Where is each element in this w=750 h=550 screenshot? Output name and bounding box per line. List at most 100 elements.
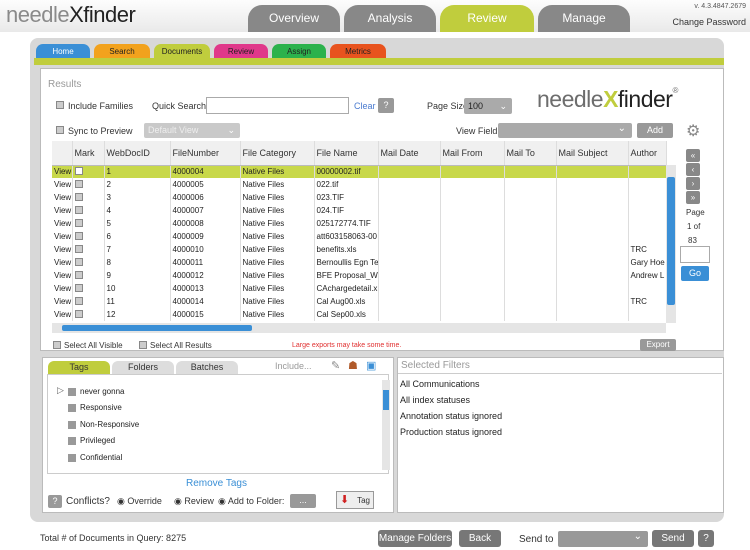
row-checkbox[interactable] [72, 165, 105, 178]
view-link[interactable]: View [52, 243, 73, 256]
tab-batches[interactable]: Batches [176, 361, 238, 374]
table-row[interactable]: View 3 4000006 Native Files 023.TIF [52, 191, 667, 204]
table-row[interactable]: View 5 4000008 Native Files 025172774.TIF [52, 217, 667, 230]
row-checkbox[interactable] [72, 269, 105, 282]
tab-analysis[interactable]: Analysis [344, 5, 436, 32]
row-checkbox[interactable] [72, 191, 105, 204]
grid-header-mail-from[interactable]: Mail From [440, 141, 505, 166]
tab-review[interactable]: Review [440, 5, 534, 32]
filter-item[interactable]: Production status ignored [400, 427, 502, 437]
table-row[interactable]: View 10 4000013 Native Files CAchargedetail.… [52, 282, 667, 295]
subtab-search[interactable]: Search [94, 44, 150, 59]
subtab-metrics[interactable]: Metrics [330, 44, 386, 59]
table-row[interactable]: View 2 4000005 Native Files 022.tif [52, 178, 667, 191]
send-to-select[interactable]: ⌄ [558, 531, 648, 547]
help-button[interactable]: ? [378, 98, 394, 113]
view-link[interactable]: View [52, 230, 73, 243]
table-row[interactable]: View 8 4000011 Native Files Bernoullis Egn T… [52, 256, 667, 269]
view-link[interactable]: View [52, 308, 73, 321]
tag-button[interactable]: ⬇ Tag [336, 491, 374, 509]
table-row[interactable]: View 11 4000014 Native Files Cal Aug00.xls TR… [52, 295, 667, 308]
subtab-assign[interactable]: Assign [272, 44, 326, 59]
view-select[interactable]: Default View ⌄ [144, 123, 240, 138]
remove-tags-link[interactable]: Remove Tags [186, 478, 247, 489]
row-checkbox[interactable] [72, 243, 105, 256]
view-link[interactable]: View [52, 282, 73, 295]
view-link[interactable]: View [52, 256, 73, 269]
first-page-icon[interactable]: « [686, 149, 700, 162]
tags-scrollbar[interactable] [382, 380, 390, 470]
grid-vertical-scrollbar[interactable] [666, 165, 676, 323]
clear-link[interactable]: Clear [354, 101, 376, 111]
view-link[interactable]: View [52, 165, 73, 178]
people-icon[interactable]: ☗ [348, 359, 358, 372]
table-row[interactable]: View 1 4000004 Native Files 00000002.tif [52, 165, 667, 178]
last-page-icon[interactable]: » [686, 191, 700, 204]
document-icon[interactable]: ▣ [366, 359, 376, 372]
table-row[interactable]: View 6 4000009 Native Files att603158063-00 [52, 230, 667, 243]
subtab-documents[interactable]: Documents [154, 44, 210, 59]
subtab-review[interactable]: Review [214, 44, 268, 59]
tag-item[interactable]: Privileged [68, 436, 115, 445]
table-row[interactable]: View 12 4000015 Native Files Cal Sep00.xls [52, 308, 667, 321]
bottom-help-button[interactable]: ? [698, 530, 714, 547]
tab-folders[interactable]: Folders [112, 361, 174, 374]
grid-header-mail-subject[interactable]: Mail Subject [556, 141, 629, 166]
tab-manage[interactable]: Manage [538, 5, 630, 32]
grid-header-mail-date[interactable]: Mail Date [378, 141, 441, 166]
row-checkbox[interactable] [72, 217, 105, 230]
grid-header-mark[interactable]: Mark [72, 141, 105, 166]
gear-icon[interactable]: ⚙ [686, 121, 700, 141]
include-link[interactable]: Include... [275, 361, 312, 371]
go-button[interactable]: Go [681, 266, 709, 281]
prev-page-icon[interactable]: ‹ [686, 163, 700, 176]
next-page-icon[interactable]: › [686, 177, 700, 190]
tag-item[interactable]: Responsive [68, 403, 122, 412]
filter-item[interactable]: Annotation status ignored [400, 411, 502, 421]
folder-browse-button[interactable]: ... [290, 494, 316, 508]
row-checkbox[interactable] [72, 178, 105, 191]
grid-header-webdocid[interactable]: WebDocID [104, 141, 171, 166]
grid-header-mail-to[interactable]: Mail To [504, 141, 557, 166]
page-size-select[interactable]: 100 ⌄ [464, 98, 512, 114]
back-button[interactable]: Back [459, 530, 501, 547]
view-field-select[interactable]: ⌄ [498, 123, 632, 138]
include-families-checkbox[interactable] [56, 101, 64, 109]
table-row[interactable]: View 9 4000012 Native Files BFE Proposal_W An… [52, 269, 667, 282]
tag-item[interactable]: Confidential [68, 453, 122, 462]
table-row[interactable]: View 4 4000007 Native Files 024.TIF [52, 204, 667, 217]
tab-overview[interactable]: Overview [248, 5, 340, 32]
tag-item[interactable]: Non-Responsive [68, 420, 139, 429]
view-link[interactable]: View [52, 295, 73, 308]
table-row[interactable]: View 7 4000010 Native Files benefits.xls TRC [52, 243, 667, 256]
review-radio[interactable]: ◉ Review [174, 496, 214, 507]
row-checkbox[interactable] [72, 282, 105, 295]
select-all-visible-checkbox[interactable] [53, 341, 61, 349]
grid-header-file-category[interactable]: File Category [240, 141, 315, 166]
filter-item[interactable]: All index statuses [400, 395, 470, 405]
manage-folders-button[interactable]: Manage Folders [378, 530, 452, 547]
send-button[interactable]: Send [652, 530, 694, 547]
row-checkbox[interactable] [72, 256, 105, 269]
view-link[interactable]: View [52, 217, 73, 230]
change-password-link[interactable]: Change Password [672, 17, 746, 27]
sync-preview-checkbox[interactable] [56, 126, 64, 134]
grid-header-filenumber[interactable]: FileNumber [170, 141, 241, 166]
export-button[interactable]: Export [640, 339, 676, 351]
conflicts-help-button[interactable]: ? [48, 495, 62, 508]
view-link[interactable]: View [52, 178, 73, 191]
view-link[interactable]: View [52, 204, 73, 217]
add-field-button[interactable]: Add [637, 123, 673, 138]
grid-horizontal-scrollbar[interactable] [52, 323, 666, 333]
add-to-folder-radio[interactable]: ◉ Add to Folder: [218, 496, 284, 507]
select-all-results-checkbox[interactable] [139, 341, 147, 349]
row-checkbox[interactable] [72, 230, 105, 243]
filter-item[interactable]: All Communications [400, 379, 480, 389]
view-link[interactable]: View [52, 269, 73, 282]
grid-header-author[interactable]: Author [628, 141, 667, 166]
row-checkbox[interactable] [72, 295, 105, 308]
expand-arrow-icon[interactable]: ▷ [57, 385, 64, 396]
tag-item[interactable]: never gonna [68, 387, 124, 396]
tag-tool-icon[interactable]: ✎ [331, 359, 340, 372]
override-radio[interactable]: ◉ Override [117, 496, 162, 507]
